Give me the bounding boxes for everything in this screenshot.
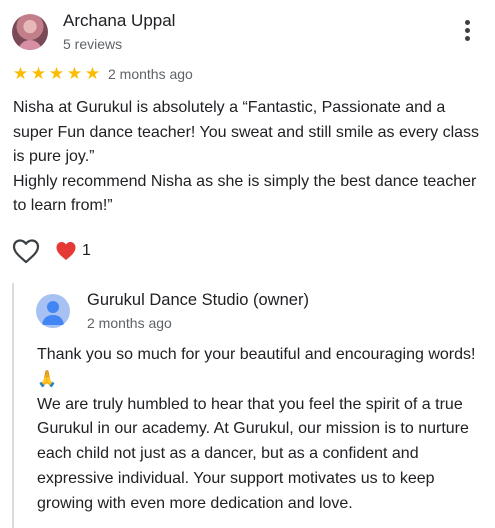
star-icon: ★	[12, 64, 29, 83]
star-icon: ★	[48, 64, 65, 83]
person-avatar-icon	[36, 294, 70, 328]
owner-name: Gurukul Dance Studio (owner)	[87, 291, 309, 309]
star-icon: ★	[84, 64, 101, 83]
reviewer-review-count: 5 reviews	[63, 36, 123, 52]
owner-reply-time: 2 months ago	[87, 315, 172, 331]
review-time: 2 months ago	[108, 66, 193, 82]
owner-reply-text: Thank you so much for your beautiful and…	[37, 346, 476, 512]
reviewer-avatar[interactable]	[12, 14, 48, 50]
review-text: Nisha at Gurukul is absolutely a “Fantas…	[13, 99, 480, 214]
owner-reply: Gurukul Dance Studio (owner) 2 months ag…	[12, 283, 495, 528]
star-icon: ★	[66, 64, 83, 83]
reaction-count: 1	[82, 242, 91, 259]
review-card: Archana Uppal 5 reviews ★ ★ ★ ★ ★ 2 mont…	[0, 0, 495, 528]
star-icon: ★	[30, 64, 47, 83]
reviewer-name[interactable]: Archana Uppal	[63, 11, 175, 31]
more-vert-icon[interactable]	[458, 20, 476, 44]
star-rating: ★ ★ ★ ★ ★	[12, 64, 101, 84]
heart-outline-icon[interactable]	[12, 238, 40, 264]
red-heart-icon	[55, 240, 77, 262]
